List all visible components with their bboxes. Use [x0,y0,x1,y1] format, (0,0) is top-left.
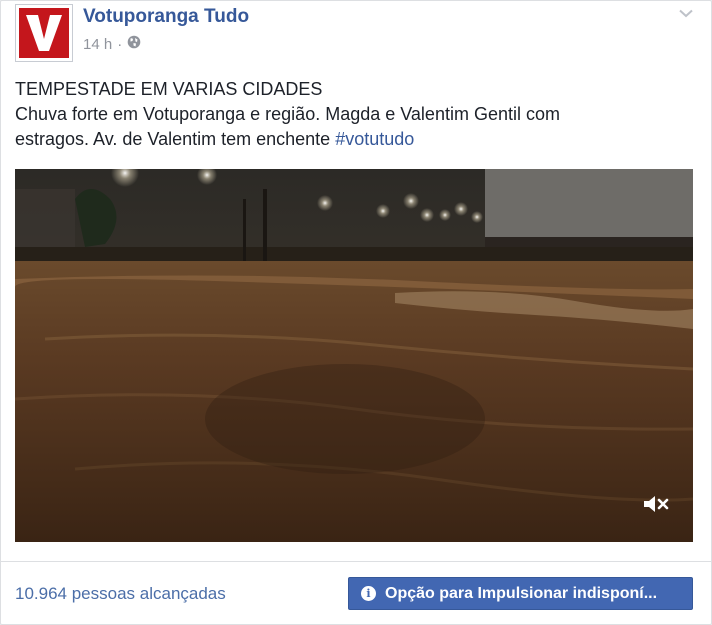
post-timestamp[interactable]: 14 h [83,36,112,53]
post-options-chevron-icon[interactable] [675,5,697,21]
post-card: Votuporanga Tudo 14 h · TEMPESTADE EM VA… [0,0,712,625]
page-avatar[interactable] [15,4,73,62]
boost-button-label: Opção para Impulsionar indisponí... [385,584,658,602]
video-player[interactable] [15,169,693,542]
hashtag-link[interactable]: #votutudo [335,129,414,149]
page-name-link[interactable]: Votuporanga Tudo [83,6,249,28]
votuporanga-tudo-logo [19,8,69,58]
flooded-street-video-frame [15,169,693,542]
reach-count-link[interactable]: 10.964 pessoas alcançadas [15,584,226,604]
volume-muted-icon[interactable] [639,491,673,517]
meta-separator: · [117,35,123,53]
info-icon: i [361,586,376,601]
footer-divider [1,561,711,562]
post-meta: 14 h · [83,35,141,53]
post-text: TEMPESTADE EM VARIAS CIDADES Chuva forte… [15,77,695,152]
post-text-line-2: Chuva forte em Votuporanga e região. Mag… [15,104,560,124]
post-text-line-3-body: estragos. Av. de Valentim tem enchente [15,129,336,149]
post-text-line-1: TEMPESTADE EM VARIAS CIDADES [15,79,323,99]
globe-icon[interactable] [127,35,141,53]
boost-unavailable-button[interactable]: i Opção para Impulsionar indisponí... [348,577,693,610]
post-text-line-3: estragos. Av. de Valentim tem enchente #… [15,127,695,152]
